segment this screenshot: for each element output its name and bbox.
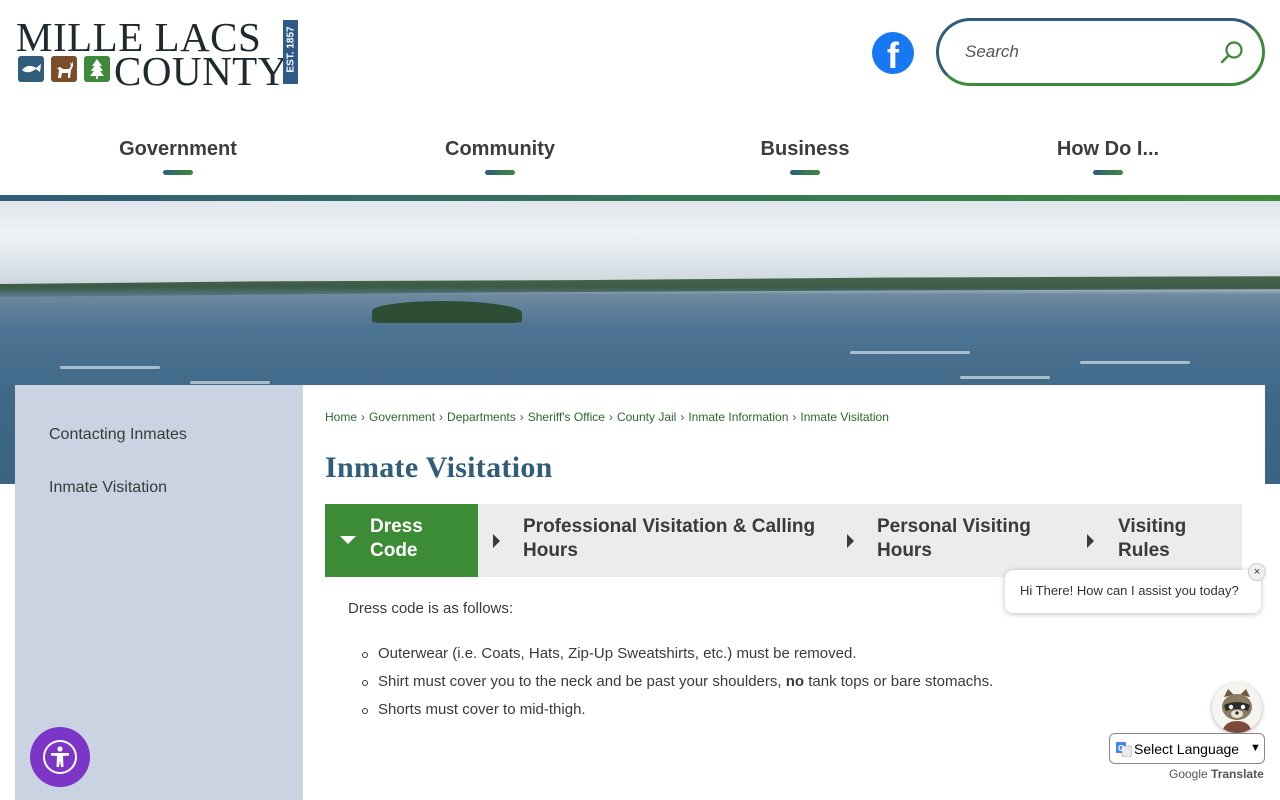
caret-down-icon xyxy=(340,536,356,544)
breadcrumb-inmate-information[interactable]: Inmate Information xyxy=(688,410,788,424)
powered-by-google-translate[interactable]: Google Translate xyxy=(1169,767,1264,781)
breadcrumb: Home › Government › Departments › Sheriff's Of… xyxy=(325,410,889,424)
nav-government[interactable]: Government xyxy=(98,138,258,182)
tab-label: Professional Visitation & Calling Hours xyxy=(523,516,816,561)
breadcrumb-sheriffs-office[interactable]: Sheriff's Office xyxy=(528,410,605,424)
tab-visiting-rules[interactable]: Visiting Rules xyxy=(1072,504,1242,577)
list-item: Shorts must cover to mid-thigh. xyxy=(348,700,993,728)
sidebar-item-contacting-inmates[interactable]: Contacting Inmates xyxy=(49,426,187,444)
dress-code-intro: Dress code is as follows: xyxy=(348,600,514,617)
tab-label: Personal Visiting Hours xyxy=(877,516,1031,561)
breadcrumb-county-jail[interactable]: County Jail xyxy=(617,410,676,424)
list-item: Shirt must cover you to the neck and be … xyxy=(348,672,993,700)
page-title: Inmate Visitation xyxy=(325,451,553,484)
tab-label: Dress Code xyxy=(370,516,423,561)
chat-greeting-bubble[interactable]: Hi There! How can I assist you today? xyxy=(1005,570,1261,613)
hero-wave xyxy=(850,351,970,354)
language-select[interactable]: G Select Language ▼ xyxy=(1109,733,1265,764)
nav-label: Government xyxy=(119,138,237,160)
caret-right-icon xyxy=(847,534,854,548)
language-select-label: Select Language xyxy=(1134,741,1240,757)
chatbot-raccoon-avatar[interactable] xyxy=(1212,683,1262,733)
close-icon[interactable]: × xyxy=(1248,563,1266,581)
tree-icon xyxy=(84,56,110,82)
nav-business[interactable]: Business xyxy=(725,138,885,182)
facebook-icon[interactable]: f xyxy=(872,32,914,76)
logo-est-badge: EST. 1857 xyxy=(283,20,298,84)
fish-icon xyxy=(18,56,44,82)
hero-wave xyxy=(60,366,160,369)
breadcrumb-inmate-visitation[interactable]: Inmate Visitation xyxy=(800,410,889,424)
caret-right-icon xyxy=(493,534,500,548)
nav-underline xyxy=(1093,170,1123,175)
search-input[interactable] xyxy=(965,39,1205,65)
logo-text-county: COUNTY xyxy=(114,48,288,94)
search-icon[interactable] xyxy=(1219,40,1245,66)
svg-text:G: G xyxy=(1118,744,1124,753)
tab-dress-code[interactable]: Dress Code xyxy=(325,504,478,577)
deer-icon xyxy=(51,56,77,82)
hero-wave xyxy=(190,381,270,384)
nav-underline xyxy=(485,170,515,175)
hero-island xyxy=(372,301,522,323)
breadcrumb-government[interactable]: Government xyxy=(369,410,435,424)
hero-wave xyxy=(960,376,1050,379)
chevron-down-icon: ▼ xyxy=(1250,742,1261,754)
tab-panel-dress-code: Dress code is as follows: Outerwear (i.e… xyxy=(348,600,993,728)
accordion-tabs: Dress Code Professional Visitation & Call… xyxy=(325,504,1242,577)
breadcrumb-home[interactable]: Home xyxy=(325,410,357,424)
county-logo[interactable]: MILLE LACS COUNTY EST. 1857 xyxy=(16,17,300,92)
dress-code-list: Outerwear (i.e. Coats, Hats, Zip-Up Swea… xyxy=(348,644,993,728)
sidebar-item-inmate-visitation[interactable]: Inmate Visitation xyxy=(49,479,167,497)
tab-label: Visiting Rules xyxy=(1118,516,1187,561)
tab-professional-visitation[interactable]: Professional Visitation & Calling Hours xyxy=(478,504,832,577)
tab-personal-visiting-hours[interactable]: Personal Visiting Hours xyxy=(832,504,1072,577)
list-item: Outerwear (i.e. Coats, Hats, Zip-Up Swea… xyxy=(348,644,993,672)
nav-underline xyxy=(790,170,820,175)
caret-right-icon xyxy=(1087,534,1094,548)
google-translate-icon: G xyxy=(1116,742,1132,757)
nav-community[interactable]: Community xyxy=(420,138,580,182)
breadcrumb-departments[interactable]: Departments xyxy=(447,410,516,424)
nav-label: Business xyxy=(760,138,850,160)
chat-message: Hi There! How can I assist you today? xyxy=(1020,583,1239,598)
nav-how-do-i[interactable]: How Do I... xyxy=(1028,138,1188,182)
accessibility-icon[interactable] xyxy=(30,727,90,787)
nav-label: How Do I... xyxy=(1056,138,1160,160)
hero-wave xyxy=(1080,361,1190,364)
hero-shoreline xyxy=(0,276,1280,297)
search-box xyxy=(936,18,1265,86)
nav-underline xyxy=(163,170,193,175)
nav-label: Community xyxy=(445,138,555,160)
